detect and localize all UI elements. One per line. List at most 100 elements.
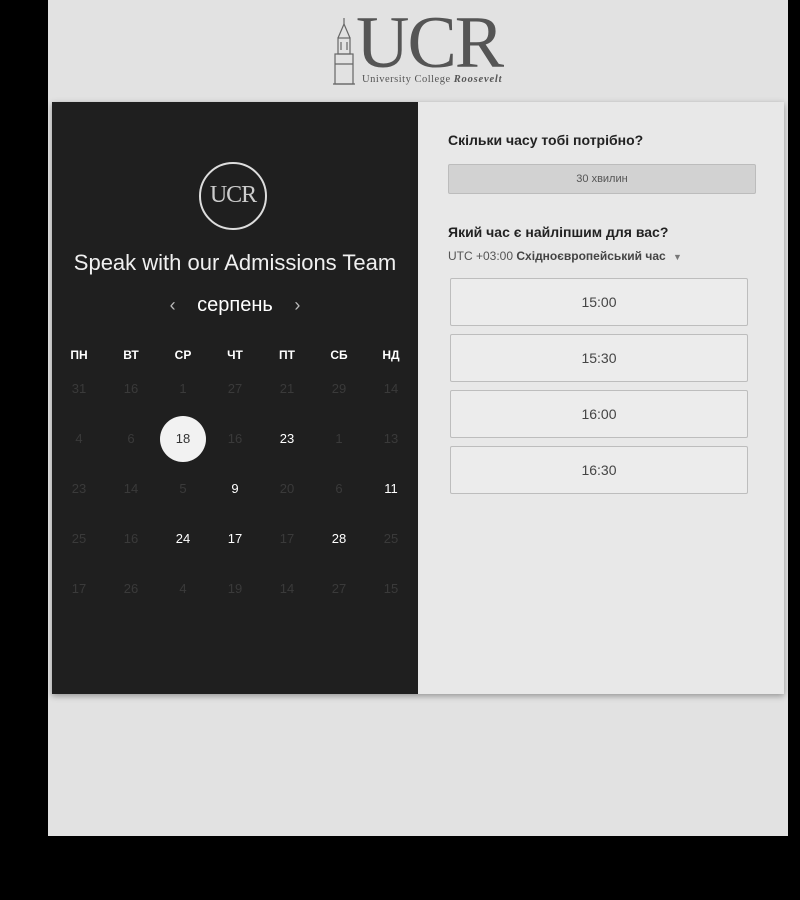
calendar-day-number: 1 — [179, 381, 187, 396]
weekday-label: ВТ — [123, 348, 139, 362]
calendar-day: 16 — [105, 364, 157, 414]
calendar-day[interactable]: 9 — [209, 464, 261, 514]
calendar-day: 6 — [105, 414, 157, 464]
weekday-label: ПН — [70, 348, 88, 362]
timezone-name: Східноєвропейський час — [516, 249, 666, 263]
calendar-day-number: 14 — [383, 381, 399, 396]
calendar-day-number: 25 — [71, 531, 87, 546]
time-slot-button[interactable]: 15:30 — [450, 334, 748, 382]
calendar-day: 31 — [53, 364, 105, 414]
weekday-label: СР — [174, 348, 192, 362]
calendar-panel: UCR Speak with our Admissions Team ‹ сер… — [52, 102, 418, 694]
calendar-day-number: 16 — [227, 431, 243, 446]
calendar-day-number: 23 — [71, 481, 87, 496]
calendar-day-number: 4 — [179, 581, 187, 596]
timezone-selector[interactable]: UTC +03:00 Східноєвропейський час ▼ — [448, 249, 682, 263]
month-label: серпень — [197, 294, 273, 316]
weekday-label: ПТ — [279, 348, 295, 362]
calendar-day: 27 — [313, 564, 365, 614]
logo-subtitle: University College Roosevelt — [362, 74, 503, 85]
month-navigation: ‹ серпень › — [52, 294, 418, 317]
calendar-day: 4 — [53, 414, 105, 464]
calendar-day-number: 21 — [279, 381, 295, 396]
calendar-day-number: 24 — [175, 531, 191, 546]
next-month-icon[interactable]: › — [288, 295, 306, 316]
calendar-day[interactable]: 11 — [365, 464, 417, 514]
calendar-day[interactable]: 28 — [313, 514, 365, 564]
panel-headline: Speak with our Admissions Team — [73, 250, 397, 275]
calendar-day-number: 25 — [383, 531, 399, 546]
prev-month-icon[interactable]: ‹ — [164, 295, 182, 316]
ucr-badge: UCR — [199, 162, 267, 230]
duration-button[interactable]: 30 хвилин — [448, 164, 756, 194]
calendar-day-number: 11 — [384, 481, 398, 496]
calendar-day-number: 14 — [279, 581, 295, 596]
calendar-day: 14 — [365, 364, 417, 414]
calendar-day-number: 16 — [123, 531, 139, 546]
calendar-day: 13 — [365, 414, 417, 464]
caret-down-icon: ▼ — [673, 252, 682, 262]
calendar-day: 20 — [261, 464, 313, 514]
duration-question: Скільки часу тобі потрібно? — [448, 132, 644, 148]
calendar-day-number: 27 — [331, 581, 347, 596]
calendar-day[interactable]: 24 — [157, 514, 209, 564]
calendar-day-number: 29 — [331, 381, 347, 396]
weekday-label: ЧТ — [227, 348, 243, 362]
calendar-day-number: 6 — [335, 481, 343, 496]
scheduler-card: UCR Speak with our Admissions Team ‹ сер… — [52, 102, 784, 694]
calendar-day-number: 14 — [123, 481, 139, 496]
calendar-day-number: 13 — [383, 431, 399, 446]
calendar-day: 29 — [313, 364, 365, 414]
tower-icon — [333, 18, 355, 85]
calendar-day: 19 — [209, 564, 261, 614]
calendar-day: 15 — [365, 564, 417, 614]
calendar-day-number: 17 — [227, 531, 243, 546]
calendar-day-number: 5 — [179, 481, 187, 496]
booking-page: UCR University College Roosevelt UCR Spe… — [48, 0, 788, 836]
timezone-offset: UTC +03:00 — [448, 249, 514, 263]
calendar-day: 21 — [261, 364, 313, 414]
calendar-day-number: 18 — [160, 416, 206, 462]
calendar-day: 14 — [261, 564, 313, 614]
calendar-day: 23 — [53, 464, 105, 514]
calendar-day: 6 — [313, 464, 365, 514]
calendar-day-number: 17 — [71, 581, 87, 596]
calendar-day-number: 17 — [279, 531, 295, 546]
calendar-day[interactable]: 17 — [209, 514, 261, 564]
calendar-day: 26 — [105, 564, 157, 614]
calendar-day-number: 19 — [227, 581, 243, 596]
calendar-day-number: 27 — [227, 381, 243, 396]
weekday-label: СБ — [330, 348, 348, 362]
calendar-day-number: 16 — [123, 381, 139, 396]
calendar-day-number: 15 — [383, 581, 399, 596]
calendar-day: 4 — [157, 564, 209, 614]
calendar-day: 17 — [261, 514, 313, 564]
calendar-day-number: 9 — [231, 481, 239, 496]
calendar-day-number: 23 — [279, 431, 295, 446]
booking-panel: Скільки часу тобі потрібно? 30 хвилин Як… — [418, 102, 784, 694]
calendar-day: 5 — [157, 464, 209, 514]
calendar-day-number: 20 — [279, 481, 295, 496]
calendar-day-number: 26 — [123, 581, 139, 596]
time-question: Який час є найліпшим для вас? — [448, 224, 669, 240]
calendar-day-selected[interactable]: 18 — [157, 414, 209, 464]
calendar-day[interactable]: 23 — [261, 414, 313, 464]
time-slot-button[interactable]: 16:30 — [450, 446, 748, 494]
calendar-day: 16 — [209, 414, 261, 464]
calendar-day: 16 — [105, 514, 157, 564]
time-slot-button[interactable]: 16:00 — [450, 390, 748, 438]
calendar-day-number: 31 — [71, 381, 87, 396]
logo-mark: UCR — [356, 2, 504, 84]
calendar-day: 14 — [105, 464, 157, 514]
calendar-day-number: 28 — [331, 531, 347, 546]
calendar-day-number: 6 — [127, 431, 135, 446]
calendar-day-number: 4 — [75, 431, 83, 446]
calendar-day-number: 1 — [335, 431, 343, 446]
time-slot-button[interactable]: 15:00 — [450, 278, 748, 326]
time-slot-list: 15:00 15:30 16:00 16:30 — [450, 278, 748, 502]
calendar-day: 1 — [313, 414, 365, 464]
ucr-logo: UCR University College Roosevelt — [332, 6, 504, 92]
weekday-label: НД — [382, 348, 400, 362]
calendar-day: 17 — [53, 564, 105, 614]
calendar-day: 27 — [209, 364, 261, 414]
